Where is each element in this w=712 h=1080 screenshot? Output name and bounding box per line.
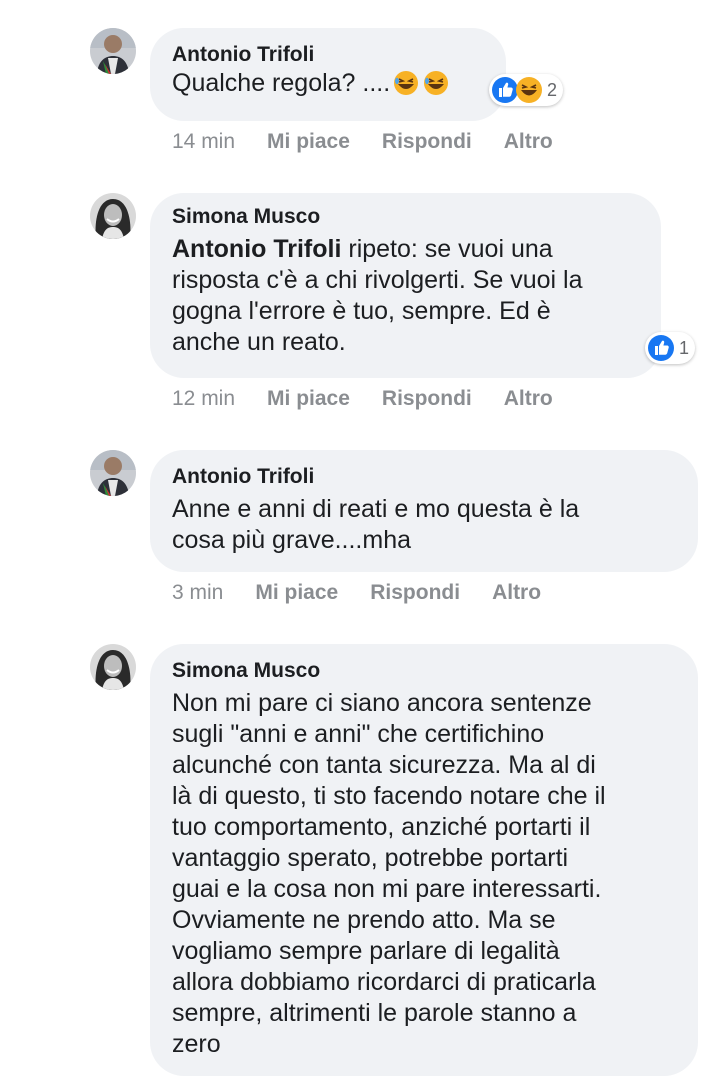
like-button[interactable]: Mi piace: [255, 581, 338, 605]
comment-author[interactable]: Simona Musco: [172, 658, 674, 684]
reaction-summary[interactable]: 2: [489, 74, 564, 106]
more-button[interactable]: Altro: [504, 130, 553, 154]
comment-time[interactable]: 3 min: [172, 581, 223, 605]
comment-text: Non mi pare ci siano ancora sentenze sug…: [172, 689, 606, 1058]
haha-reaction-icon: [515, 76, 543, 104]
comment-time[interactable]: 14 min: [172, 130, 235, 154]
comment-bubble: Simona Musco Non mi pare ci siano ancora…: [150, 644, 698, 1076]
like-reaction-icon: [647, 334, 675, 362]
reply-button[interactable]: Rispondi: [382, 387, 472, 411]
avatar-simona[interactable]: [90, 644, 136, 690]
comment-actions: 3 min Mi piace Rispondi Altro: [172, 581, 541, 605]
comment-author[interactable]: Antonio Trifoli: [172, 464, 674, 490]
avatar-antonio[interactable]: [90, 28, 136, 74]
laughing-emoji-icon: [392, 69, 420, 105]
reply-button[interactable]: Rispondi: [382, 130, 472, 154]
comment-text: Antonio Trifoli ripeto: se vuoi una risp…: [172, 234, 637, 358]
avatar-antonio[interactable]: [90, 450, 136, 496]
reply-button[interactable]: Rispondi: [370, 581, 460, 605]
comment-text-content: Qualche regola? ....: [172, 69, 391, 97]
avatar-simona[interactable]: [90, 193, 136, 239]
more-button[interactable]: Altro: [492, 581, 541, 605]
like-button[interactable]: Mi piace: [267, 130, 350, 154]
more-button[interactable]: Altro: [504, 387, 553, 411]
reaction-count: 1: [679, 337, 690, 358]
laughing-emoji-icon: [422, 69, 450, 105]
comment-bubble: Antonio Trifoli Anne e anni di reati e m…: [150, 450, 698, 572]
comment-actions: 14 min Mi piace Rispondi Altro: [172, 130, 553, 154]
comment-bubble: Simona Musco Antonio Trifoli ripeto: se …: [150, 193, 661, 378]
reaction-summary[interactable]: 1: [645, 332, 696, 364]
comment-text: Anne e anni di reati e mo questa è la co…: [172, 495, 580, 554]
comment-time[interactable]: 12 min: [172, 387, 235, 411]
reaction-count: 2: [547, 79, 558, 100]
comment-text: Qualche regola? ....: [172, 68, 482, 105]
comment-author[interactable]: Simona Musco: [172, 204, 637, 230]
like-button[interactable]: Mi piace: [267, 387, 350, 411]
mention-link[interactable]: Antonio Trifoli: [172, 235, 341, 263]
comment-bubble: Antonio Trifoli Qualche regola? ....: [150, 28, 506, 121]
comment-actions: 12 min Mi piace Rispondi Altro: [172, 387, 553, 411]
comment-author[interactable]: Antonio Trifoli: [172, 42, 482, 68]
